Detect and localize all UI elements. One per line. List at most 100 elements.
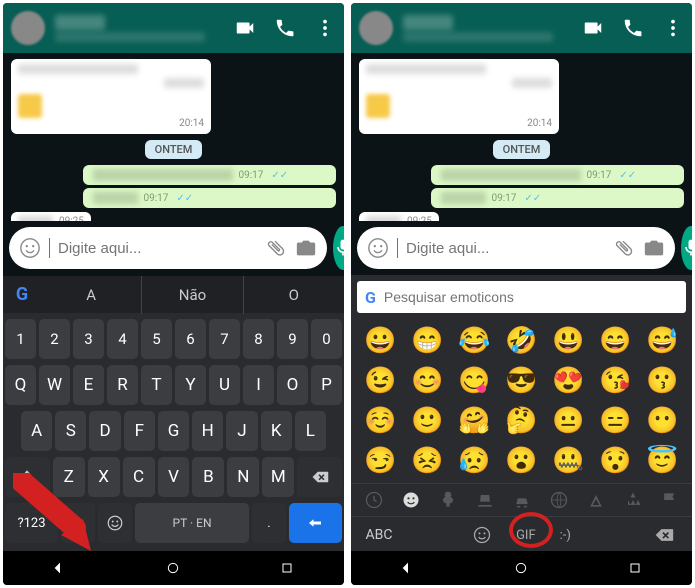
more-icon[interactable] — [314, 17, 336, 39]
emoji-item[interactable]: 😃 — [547, 323, 590, 359]
key-n[interactable]: N — [227, 457, 259, 497]
more-icon[interactable] — [662, 17, 684, 39]
emoji-item[interactable]: 😗 — [641, 363, 684, 399]
key-l[interactable]: L — [295, 411, 326, 451]
shift-key[interactable] — [5, 457, 50, 497]
emoji-item[interactable]: 🤔 — [500, 403, 543, 439]
emoji-item[interactable]: 😏 — [359, 443, 402, 479]
symbols-category-icon[interactable] — [623, 490, 643, 510]
camera-icon[interactable] — [643, 237, 665, 259]
key-f[interactable]: F — [124, 411, 155, 451]
message-input-box[interactable] — [357, 227, 675, 269]
voice-call-icon[interactable] — [622, 17, 644, 39]
emoji-item[interactable]: 😘 — [594, 363, 637, 399]
key-8[interactable]: 8 — [243, 319, 274, 359]
emoji-item[interactable]: 😂 — [453, 323, 496, 359]
emoji-keyboard-key[interactable] — [98, 503, 132, 543]
emoji-item[interactable]: 😇 — [641, 443, 684, 479]
key-v[interactable]: V — [158, 457, 190, 497]
key-x[interactable]: X — [88, 457, 120, 497]
recent-category-icon[interactable] — [364, 490, 384, 510]
google-logo-icon[interactable]: G — [3, 284, 41, 305]
emoji-item[interactable]: 🙂 — [406, 403, 449, 439]
message-incoming[interactable]: 09:25 — [11, 212, 91, 221]
key-p[interactable]: P — [311, 365, 342, 405]
message-outgoing[interactable]: 09:17 ✓✓ — [431, 165, 685, 185]
key-t[interactable]: T — [141, 365, 172, 405]
key-a[interactable]: A — [21, 411, 52, 451]
emoji-item[interactable]: 😣 — [406, 443, 449, 479]
symbols-key[interactable]: ?123 — [5, 503, 58, 543]
suggestion[interactable]: Não — [141, 276, 242, 314]
key-d[interactable]: D — [89, 411, 120, 451]
key-r[interactable]: R — [107, 365, 138, 405]
abc-keyboard-button[interactable]: ABC — [357, 527, 401, 543]
key-h[interactable]: H — [192, 411, 223, 451]
chat-area[interactable]: 20:14 ONTEM 09:17 ✓✓ 09:17 ✓✓ 09:25 — [3, 53, 344, 221]
emoji-tab-icon[interactable] — [472, 525, 492, 545]
emoji-item[interactable]: 😶 — [641, 403, 684, 439]
emoji-icon[interactable] — [19, 237, 41, 259]
key-q[interactable]: Q — [5, 365, 36, 405]
key-o[interactable]: O — [277, 365, 308, 405]
emoji-item[interactable]: 😐 — [547, 403, 590, 439]
key-0[interactable]: 0 — [311, 319, 342, 359]
key-5[interactable]: 5 — [141, 319, 172, 359]
key-u[interactable]: U — [209, 365, 240, 405]
message-outgoing[interactable]: 09:17 ✓✓ — [83, 165, 337, 185]
emoji-item[interactable]: 😎 — [500, 363, 543, 399]
key-9[interactable]: 9 — [277, 319, 308, 359]
gif-tab-button[interactable]: GIF — [516, 528, 536, 543]
key-w[interactable]: W — [39, 365, 70, 405]
emoji-item[interactable]: 😅 — [641, 323, 684, 359]
avatar[interactable] — [359, 11, 393, 45]
camera-icon[interactable] — [295, 237, 317, 259]
emoji-search-box[interactable]: G — [357, 281, 686, 313]
back-icon[interactable] — [400, 560, 416, 576]
recents-icon[interactable] — [279, 560, 295, 576]
emoji-item[interactable]: 🤐 — [547, 443, 590, 479]
attach-icon[interactable] — [608, 232, 639, 263]
comma-key[interactable]: , — [61, 503, 95, 543]
food-category-icon[interactable] — [475, 490, 495, 510]
key-s[interactable]: S — [55, 411, 86, 451]
emoji-item[interactable]: 😋 — [453, 363, 496, 399]
emoji-item[interactable]: 😑 — [594, 403, 637, 439]
emoji-item[interactable]: 🤗 — [453, 403, 496, 439]
message-outgoing[interactable]: 09:17 ✓✓ — [83, 188, 337, 208]
video-call-icon[interactable] — [234, 17, 256, 39]
key-1[interactable]: 1 — [5, 319, 36, 359]
suggestion[interactable]: O — [243, 276, 344, 314]
key-i[interactable]: I — [243, 365, 274, 405]
avatar[interactable] — [11, 11, 45, 45]
objects-category-icon[interactable] — [586, 490, 606, 510]
home-icon[interactable] — [165, 560, 181, 576]
space-key[interactable]: PT · EN — [135, 503, 249, 543]
message-incoming[interactable]: 20:14 — [359, 59, 559, 134]
chat-area[interactable]: 20:14 ONTEM 09:17 ✓✓ 09:17 ✓✓ 09:25 — [351, 53, 692, 221]
emoji-backspace-button[interactable] — [642, 525, 686, 545]
key-j[interactable]: J — [226, 411, 257, 451]
contact-info[interactable] — [55, 15, 234, 42]
textface-tab-button[interactable]: :-) — [560, 528, 571, 543]
activities-category-icon[interactable] — [549, 490, 569, 510]
travel-category-icon[interactable] — [512, 490, 532, 510]
contact-info[interactable] — [403, 15, 582, 42]
mic-button[interactable] — [333, 226, 344, 270]
emoji-item[interactable]: 😄 — [594, 323, 637, 359]
key-k[interactable]: K — [261, 411, 292, 451]
enter-key[interactable] — [289, 503, 342, 543]
key-z[interactable]: Z — [53, 457, 85, 497]
key-e[interactable]: E — [73, 365, 104, 405]
key-6[interactable]: 6 — [175, 319, 206, 359]
emoji-item[interactable]: 😁 — [406, 323, 449, 359]
emoji-item[interactable]: 😀 — [359, 323, 402, 359]
emoji-item[interactable]: 🤣 — [500, 323, 543, 359]
message-outgoing[interactable]: 09:17 ✓✓ — [431, 188, 685, 208]
message-incoming[interactable]: 09:25 — [359, 212, 439, 221]
message-input[interactable] — [406, 240, 605, 257]
key-m[interactable]: M — [262, 457, 294, 497]
emoji-item[interactable]: 😍 — [547, 363, 590, 399]
key-7[interactable]: 7 — [209, 319, 240, 359]
key-y[interactable]: Y — [175, 365, 206, 405]
